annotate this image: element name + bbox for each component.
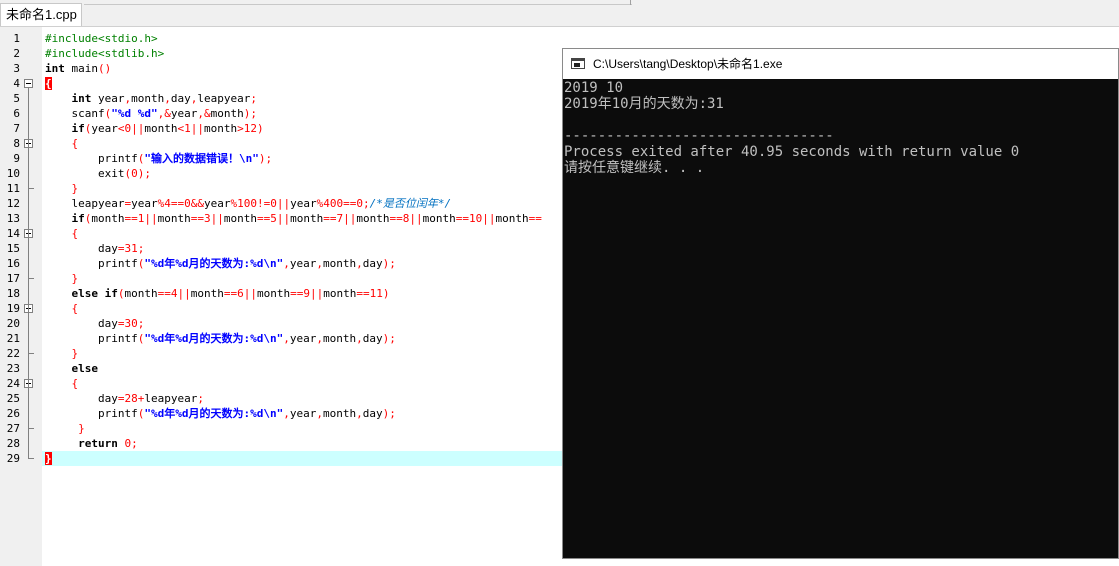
console-window[interactable]: C:\Users\tang\Desktop\未命名1.exe 2019 10 20… — [562, 48, 1119, 559]
console-line: Process exited after 40.95 seconds with … — [564, 144, 1020, 160]
line-number: 23 — [6, 362, 20, 375]
line-number: 13 — [6, 212, 20, 225]
code-text: #include<stdio.h> — [45, 32, 158, 45]
line-number: 22 — [6, 347, 20, 360]
fold-end-marker — [28, 458, 34, 459]
code-text: day=30; — [45, 317, 145, 330]
console-output: 2019 10 2019年10月的天数为:31 -----------------… — [564, 80, 1114, 176]
line-number: 21 — [6, 332, 20, 345]
code-text: if(year<0||month<1||month>12) — [71, 122, 264, 135]
code-text: } — [78, 422, 85, 435]
code-text: leapyear=year%4==0&&year%100!=0||year%40… — [45, 197, 452, 210]
line-number: 25 — [6, 392, 20, 405]
line-number: 9 — [13, 152, 20, 165]
code-text: printf("输入的数据错误！\n"); — [45, 152, 273, 165]
line-number: 5 — [13, 92, 20, 105]
code-text: printf("%d年%d月的天数为:%d\n",year,month,day)… — [45, 407, 396, 420]
line-number: 8 — [13, 137, 20, 150]
fold-end-marker — [28, 353, 34, 354]
code-text: return 0; — [78, 437, 138, 450]
line-number: 15 — [6, 242, 20, 255]
code-text: printf("%d年%d月的天数为:%d\n",year,month,day)… — [45, 257, 396, 270]
tab-file[interactable]: 未命名1.cpp — [0, 3, 82, 26]
line-number: 2 — [13, 47, 20, 60]
console-title: C:\Users\tang\Desktop\未命名1.exe — [593, 57, 783, 71]
console-line: 2019年10月的天数为:31 — [564, 96, 724, 112]
code-text: { — [71, 302, 79, 315]
console-titlebar[interactable]: C:\Users\tang\Desktop\未命名1.exe — [563, 49, 1118, 79]
code-text: } — [71, 182, 79, 195]
code-text: int main() — [45, 62, 112, 75]
code-text: { — [71, 377, 79, 390]
console-line: 请按任意键继续. . . — [564, 160, 705, 176]
console-line: -------------------------------- — [564, 128, 834, 144]
line-number: 11 — [6, 182, 20, 195]
line-number: 29 — [6, 452, 20, 465]
tab-bar: 未命名1.cpp — [0, 0, 1119, 27]
code-text: day=28+leapyear; — [45, 392, 204, 405]
code-line[interactable]: 1 #include<stdio.h> — [0, 31, 1119, 46]
code-text: printf("%d年%d月的天数为:%d\n",year,month,day)… — [45, 332, 396, 345]
code-text: { — [71, 227, 79, 240]
console-app-icon — [571, 58, 585, 69]
code-text: else if(month==4||month==6||month==9||mo… — [71, 287, 390, 300]
code-text: exit(0); — [45, 167, 151, 180]
line-number: 24 — [6, 377, 20, 390]
code-text: int year,month,day,leapyear; — [71, 92, 257, 105]
code-text: scanf("%d %d",&year,&month); — [45, 107, 257, 120]
line-number: 7 — [13, 122, 20, 135]
fold-toggle-icon[interactable] — [24, 79, 33, 88]
code-text: day=31; — [45, 242, 145, 255]
line-number: 27 — [6, 422, 20, 435]
line-number: 18 — [6, 287, 20, 300]
line-number: 19 — [6, 302, 20, 315]
line-number: 6 — [13, 107, 20, 120]
line-number: 1 — [13, 32, 20, 45]
code-text: #include<stdlib.h> — [45, 47, 165, 60]
line-number: 14 — [6, 227, 20, 240]
console-line: 2019 10 — [564, 80, 624, 96]
line-number: 17 — [6, 272, 20, 285]
fold-end-marker — [28, 428, 34, 429]
fold-end-marker — [28, 188, 34, 189]
code-text: } — [71, 347, 79, 360]
code-text: else — [71, 362, 99, 375]
tab-bar-edge — [630, 0, 631, 5]
code-text: if(month==1||month==3||month==5||month==… — [71, 212, 542, 225]
tab-bar-divider — [84, 4, 632, 5]
line-number: 26 — [6, 407, 20, 420]
line-number: 4 — [13, 77, 20, 90]
code-text: { — [71, 137, 79, 150]
line-number: 12 — [6, 197, 20, 210]
fold-end-marker — [28, 278, 34, 279]
code-text: } — [45, 452, 52, 465]
line-number: 28 — [6, 437, 20, 450]
line-number: 20 — [6, 317, 20, 330]
code-text: { — [45, 77, 52, 90]
code-text: } — [71, 272, 79, 285]
line-number: 10 — [6, 167, 20, 180]
line-number: 16 — [6, 257, 20, 270]
line-number: 3 — [13, 62, 20, 75]
fold-guide — [28, 88, 29, 458]
